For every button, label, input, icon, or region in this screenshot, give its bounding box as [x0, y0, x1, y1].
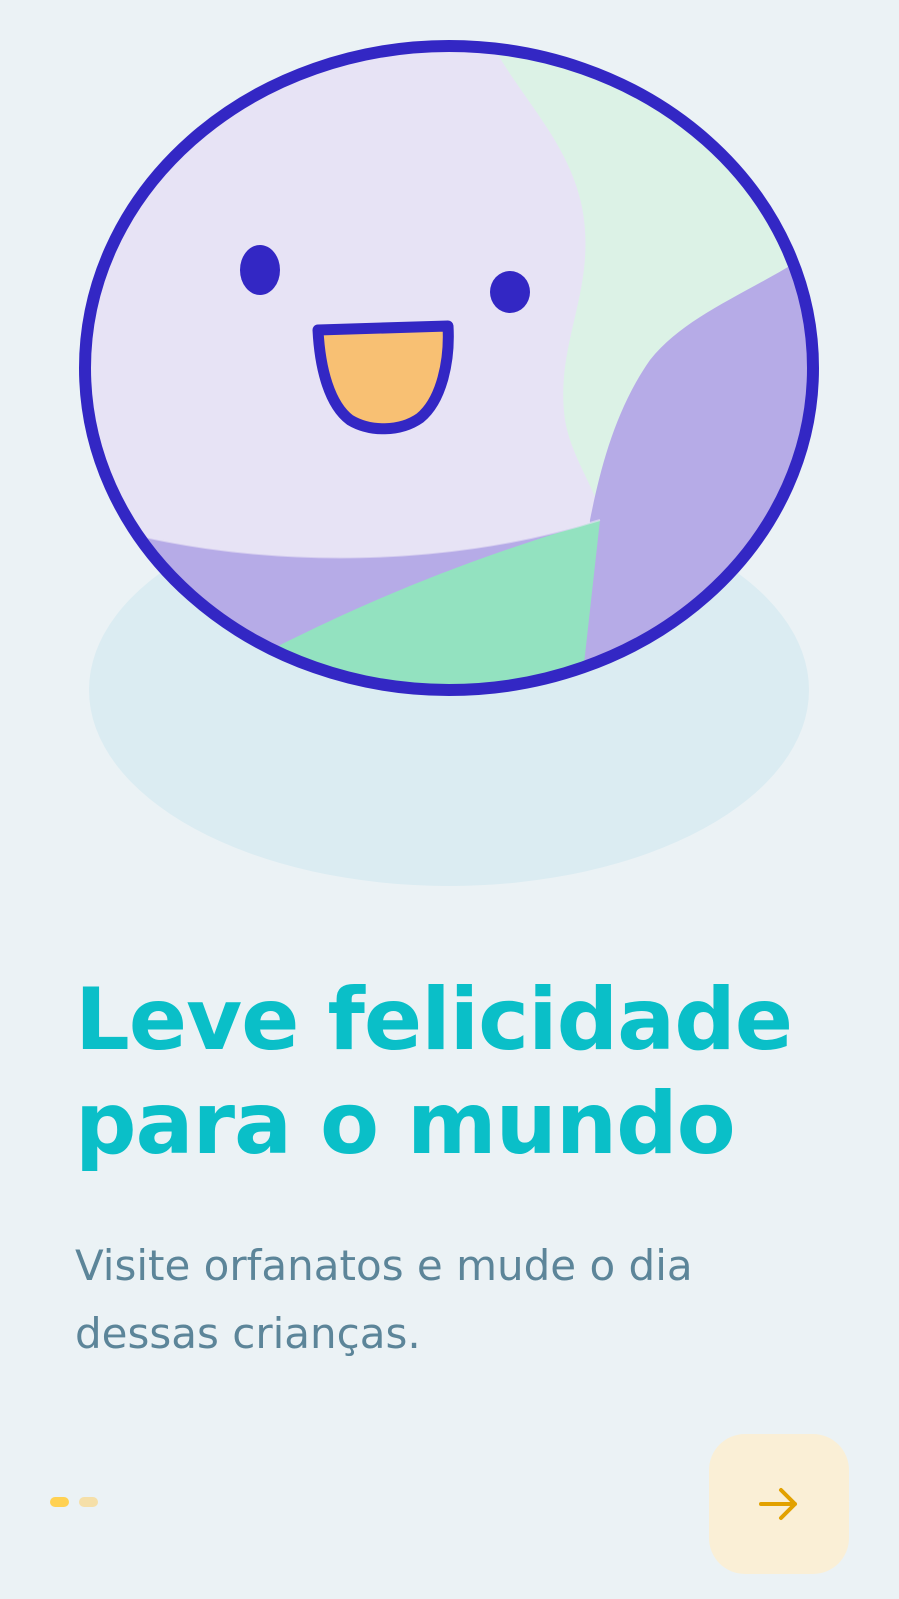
onboarding-title: Leve felicidade para o mundo — [75, 970, 793, 1174]
arrow-right-icon — [759, 1488, 797, 1520]
right-eye — [490, 271, 530, 313]
mouth — [312, 320, 454, 435]
page-dot-inactive[interactable] — [79, 1497, 98, 1507]
smiling-globe-illustration — [79, 40, 819, 886]
onboarding-subtitle: Visite orfanatos e mude o dia dessas cri… — [75, 1241, 693, 1358]
next-button[interactable] — [709, 1434, 849, 1574]
page-dot-active — [50, 1497, 69, 1507]
left-eye — [240, 245, 280, 295]
page-indicator — [50, 1497, 98, 1507]
onboarding-screen: Leve felicidade para o mundo Visite orfa… — [0, 0, 899, 1599]
